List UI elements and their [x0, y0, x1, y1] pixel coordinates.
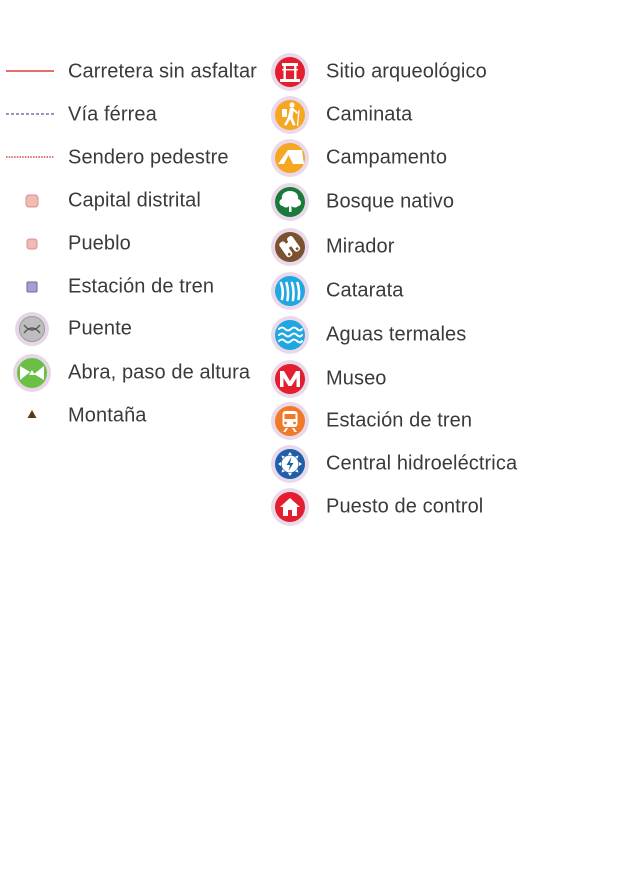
railway-line-icon	[0, 95, 60, 135]
legend-item-hydroelectric-plant: Central hidroeléctrica	[262, 444, 592, 484]
legend-item-train-station: Estación de tren	[0, 267, 270, 307]
legend-item-unpaved-road: Carretera sin asfaltar	[0, 52, 270, 92]
legend-item-mountain: Montaña	[0, 396, 270, 436]
train-icon	[262, 401, 322, 441]
legend-label: Bosque nativo	[326, 190, 455, 213]
legend-item-bridge: Puente	[0, 309, 270, 349]
legend-item-museum: Museo	[262, 359, 592, 399]
binoculars-icon	[262, 227, 322, 267]
legend-item-town: Pueblo	[0, 224, 270, 264]
legend-item-waterfall: Catarata	[262, 271, 592, 311]
legend-label: Aguas termales	[326, 323, 467, 346]
legend-label: Pueblo	[68, 232, 131, 255]
legend-label: Mirador	[326, 235, 395, 258]
archaeological-site-icon	[262, 52, 322, 92]
legend-item-hot-springs: Aguas termales	[262, 315, 592, 355]
legend-item-footpath: Sendero pedestre	[0, 138, 270, 178]
town-square-icon	[0, 224, 60, 264]
legend-label: Capital distrital	[68, 189, 201, 212]
legend-label: Sitio arqueológico	[326, 60, 487, 83]
legend-label: Sendero pedestre	[68, 146, 229, 169]
legend-item-district-capital: Capital distrital	[0, 181, 270, 221]
hydroelectric-icon	[262, 444, 322, 484]
tree-icon	[262, 182, 322, 222]
tent-icon	[262, 138, 322, 178]
waterfall-icon	[262, 271, 322, 311]
legend-item-mountain-pass: Abra, paso de altura	[0, 353, 270, 393]
legend-label: Museo	[326, 367, 387, 390]
legend-label: Central hidroeléctrica	[326, 452, 518, 475]
bridge-icon	[0, 309, 60, 349]
legend-item-railway: Vía férrea	[0, 95, 270, 135]
map-legend: Carretera sin asfaltar Vía férrea Sender…	[0, 0, 640, 881]
legend-label: Campamento	[326, 146, 448, 169]
legend-item-checkpoint: Puesto de control	[262, 487, 592, 527]
legend-item-train-station-poi: Estación de tren	[262, 401, 592, 441]
museum-icon	[262, 359, 322, 399]
legend-item-archaeological-site: Sitio arqueológico	[262, 52, 592, 92]
legend-item-campsite: Campamento	[262, 138, 592, 178]
legend-label: Puesto de control	[326, 495, 484, 518]
legend-item-hiking: Caminata	[262, 95, 592, 135]
legend-item-native-forest: Bosque nativo	[262, 182, 592, 222]
legend-label: Estación de tren	[68, 275, 215, 298]
legend-label: Vía férrea	[68, 103, 157, 126]
hot-springs-icon	[262, 315, 322, 355]
mountain-triangle-icon	[0, 396, 60, 436]
legend-item-viewpoint: Mirador	[262, 227, 592, 267]
footpath-line-icon	[0, 138, 60, 178]
mountain-pass-icon	[0, 353, 60, 393]
hiking-icon	[262, 95, 322, 135]
checkpoint-house-icon	[262, 487, 322, 527]
unpaved-road-line-icon	[0, 52, 60, 92]
legend-label: Montaña	[68, 404, 147, 427]
legend-label: Caminata	[326, 103, 413, 126]
legend-label: Carretera sin asfaltar	[68, 60, 257, 83]
legend-label: Puente	[68, 317, 132, 340]
legend-label: Catarata	[326, 279, 404, 302]
district-capital-square-icon	[0, 181, 60, 221]
legend-label: Estación de tren	[326, 409, 473, 432]
train-station-square-icon	[0, 267, 60, 307]
legend-label: Abra, paso de altura	[68, 361, 251, 384]
